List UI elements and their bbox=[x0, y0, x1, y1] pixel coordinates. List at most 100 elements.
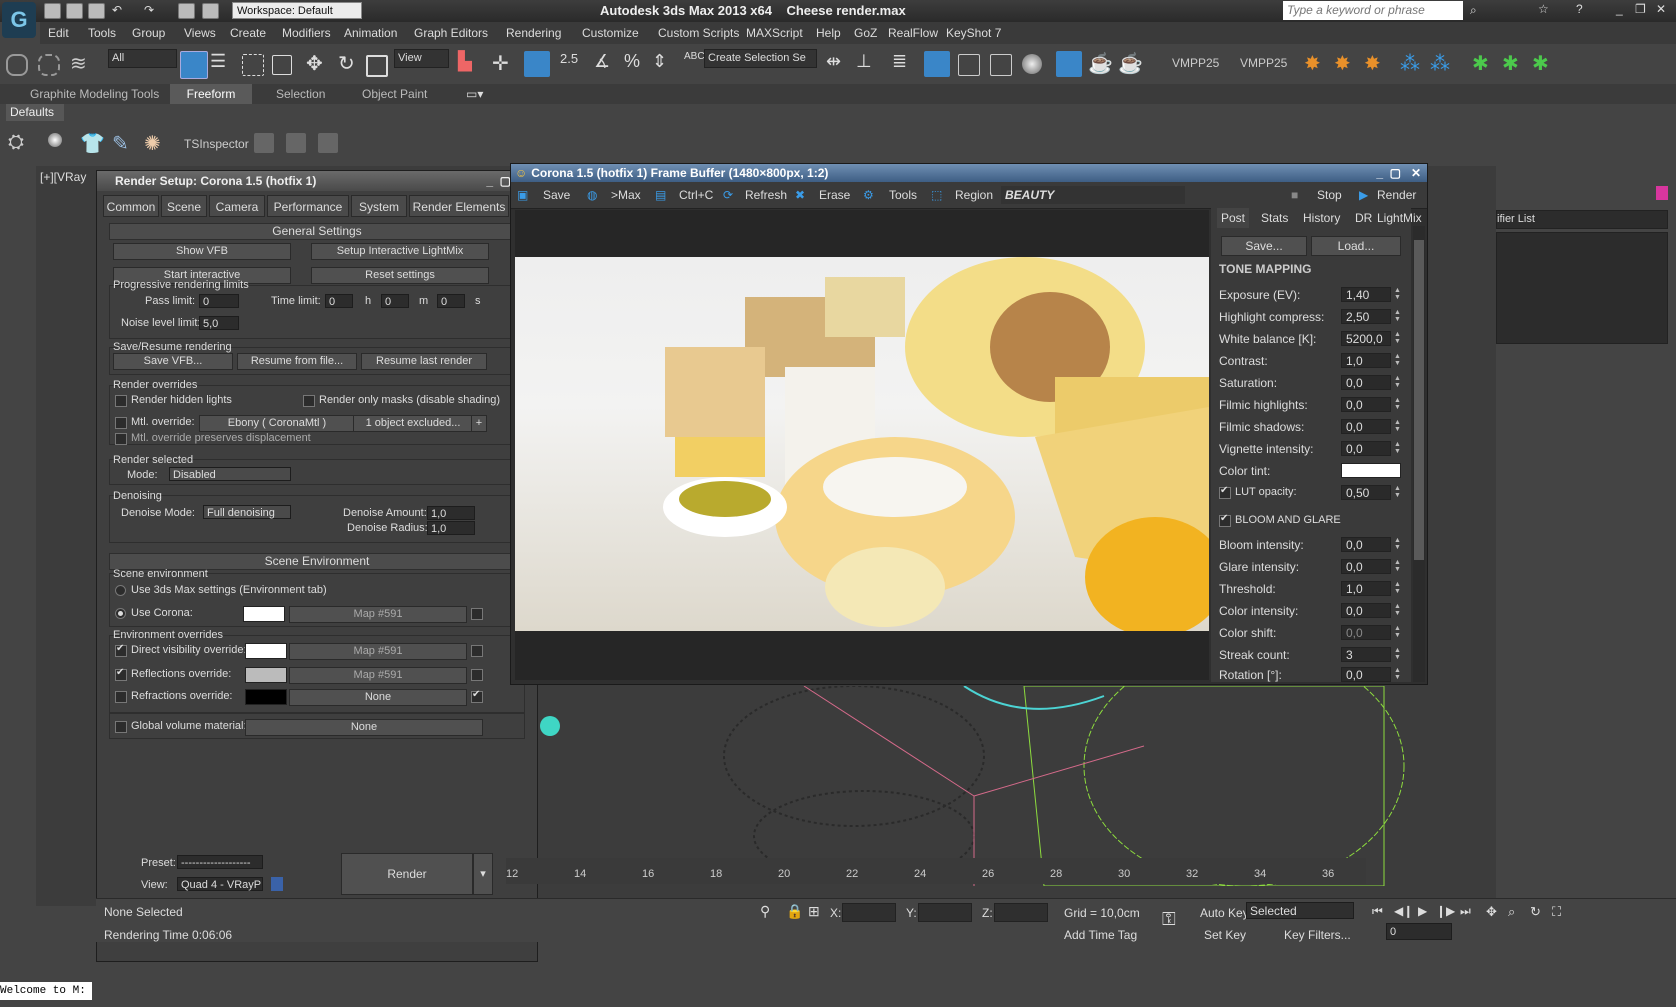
menu-custom-scripts[interactable]: Custom Scripts bbox=[658, 26, 739, 40]
menu-maxscript[interactable]: MAXScript bbox=[746, 26, 803, 40]
bloom-glare-checkbox[interactable] bbox=[1219, 513, 1231, 527]
x-field[interactable] bbox=[842, 903, 896, 922]
direct-vis-map-button[interactable]: Map #591 (!!!!JekstererHDRI_23.hdr) bbox=[289, 643, 467, 660]
search-input[interactable]: Type a keyword or phrase bbox=[1283, 1, 1463, 20]
spray-icon[interactable]: ✺ bbox=[144, 131, 170, 157]
reflections-swatch[interactable] bbox=[245, 667, 287, 683]
pass-limit-spinner[interactable]: 0 bbox=[199, 294, 239, 308]
time-hours-spinner[interactable]: 0 bbox=[325, 294, 353, 308]
vfb-region-icon[interactable]: ⬚ bbox=[931, 186, 942, 204]
denoise-mode-select[interactable]: Full denoising bbox=[203, 505, 291, 519]
tm-value[interactable]: 1,0 bbox=[1341, 353, 1391, 368]
tm-value[interactable]: 1,40 bbox=[1341, 287, 1391, 302]
menu-customize[interactable]: Customize bbox=[582, 26, 639, 40]
move-icon[interactable]: ✥ bbox=[306, 51, 332, 77]
refractions-swatch[interactable] bbox=[245, 689, 287, 705]
ts-next-icon[interactable] bbox=[318, 133, 338, 153]
time-minutes-spinner[interactable]: 0 bbox=[381, 294, 409, 308]
spinner-snap-icon[interactable]: ⇕ bbox=[652, 51, 678, 77]
hold-icon[interactable] bbox=[178, 3, 195, 19]
global-volume-map-button[interactable]: None bbox=[245, 719, 483, 736]
pan-icon[interactable]: ✥ bbox=[1486, 904, 1497, 920]
mtl-excluded-button[interactable]: 1 object excluded... bbox=[353, 415, 473, 432]
vfb-copy-icon[interactable]: ▤ bbox=[655, 186, 666, 204]
pink-swatch[interactable] bbox=[1656, 186, 1668, 200]
minimize-icon[interactable]: _ bbox=[1616, 2, 1623, 16]
ts-prev-icon[interactable] bbox=[254, 133, 274, 153]
key-mode-select[interactable]: Selected bbox=[1246, 902, 1354, 919]
resume-file-button[interactable]: Resume from file... bbox=[237, 353, 357, 370]
percent-snap-icon[interactable]: % bbox=[624, 51, 650, 77]
current-frame-field[interactable]: 0 bbox=[1386, 923, 1452, 940]
post-load-button[interactable]: Load... bbox=[1311, 236, 1401, 256]
vfb-region-button[interactable]: Region bbox=[955, 186, 993, 204]
vfb-tools-icon[interactable]: ⚙ bbox=[863, 186, 874, 204]
show-vfb-button[interactable]: Show VFB bbox=[113, 243, 291, 260]
vfb-erase-icon[interactable]: ✖ bbox=[795, 186, 805, 204]
reflections-map-button[interactable]: Map #591 (!!!!JekstererHDRI_23.hdr) bbox=[289, 667, 467, 684]
align-icon[interactable]: ⊥ bbox=[856, 51, 882, 77]
rendered-frame-icon[interactable]: ☕ bbox=[1088, 51, 1114, 77]
snap-toggle-icon[interactable]: 2.5 bbox=[560, 51, 586, 77]
prev-frame-icon[interactable]: ◀❙ bbox=[1394, 904, 1413, 918]
brush-icon[interactable]: ✎ bbox=[112, 131, 138, 157]
orbit-icon[interactable]: ↻ bbox=[1530, 904, 1541, 920]
curve-editor-icon[interactable] bbox=[958, 54, 980, 76]
direct-vis-swatch[interactable] bbox=[245, 643, 287, 659]
use-3dsmax-radio[interactable] bbox=[115, 585, 126, 596]
render-button[interactable]: Render bbox=[341, 853, 473, 895]
plugin-blue-icon-1[interactable]: ⁂ bbox=[1400, 51, 1426, 77]
plugin-orange-icon-3[interactable]: ✸ bbox=[1364, 51, 1390, 77]
save-file-icon[interactable] bbox=[88, 3, 105, 19]
vfb-channel-select[interactable]: BEAUTY bbox=[1001, 186, 1185, 204]
tab-common[interactable]: Common bbox=[103, 195, 159, 217]
defaults-panel-label[interactable]: Defaults bbox=[6, 104, 64, 121]
post-save-button[interactable]: Save... bbox=[1221, 236, 1307, 256]
general-settings-header[interactable]: General Settings bbox=[109, 223, 525, 240]
tsinspector-label[interactable]: TSInspector bbox=[184, 137, 249, 151]
vfb-stop-icon[interactable]: ■ bbox=[1291, 186, 1298, 204]
menu-views[interactable]: Views bbox=[184, 26, 216, 40]
menu-group[interactable]: Group bbox=[132, 26, 165, 40]
close-icon[interactable]: ✕ bbox=[1656, 2, 1666, 16]
post-scrollbar[interactable] bbox=[1413, 226, 1425, 682]
vfb-maximize-icon[interactable]: ▢ bbox=[1390, 164, 1401, 182]
mtl-preserve-checkbox[interactable] bbox=[115, 433, 127, 445]
tm-value[interactable]: 2,50 bbox=[1341, 309, 1391, 324]
viewport-label[interactable]: [+][VRay bbox=[40, 170, 86, 184]
material-editor-icon[interactable] bbox=[1022, 54, 1042, 74]
workspace-select[interactable]: Workspace: Default bbox=[232, 2, 362, 19]
project-folder-icon[interactable] bbox=[202, 3, 219, 19]
rotate-icon[interactable]: ↻ bbox=[338, 51, 364, 77]
schematic-view-icon[interactable] bbox=[990, 54, 1012, 76]
render-setup-titlebar[interactable]: Render Setup: Corona 1.5 (hotfix 1)✕▢_ bbox=[97, 171, 537, 191]
tone-mapping-header[interactable]: TONE MAPPING bbox=[1219, 262, 1311, 276]
corona-env-map-checkbox[interactable] bbox=[471, 608, 483, 620]
tab-lightmix[interactable]: LightMix bbox=[1377, 208, 1422, 228]
vmpp-label-b[interactable]: VMPP25 bbox=[1240, 56, 1287, 70]
add-time-tag[interactable]: Add Time Tag bbox=[1064, 928, 1137, 942]
auto-key-button[interactable]: Auto Key bbox=[1200, 906, 1249, 920]
menu-graph-editors[interactable]: Graph Editors bbox=[414, 26, 488, 40]
link-icon[interactable] bbox=[6, 54, 28, 76]
select-manipulate-icon[interactable]: ✛ bbox=[492, 51, 518, 77]
menu-help[interactable]: Help bbox=[816, 26, 841, 40]
tm-value[interactable]: 0,0 bbox=[1341, 441, 1391, 456]
plugin-green-icon-2[interactable]: ✱ bbox=[1502, 51, 1528, 77]
timeline[interactable]: 12 14 16 18 20 22 24 26 28 30 32 34 36 bbox=[506, 858, 1366, 884]
plugin-green-icon-1[interactable]: ✱ bbox=[1472, 51, 1498, 77]
vfb-tomax-icon[interactable]: ◍ bbox=[587, 186, 597, 204]
tm-value[interactable]: 0,0 bbox=[1341, 375, 1391, 390]
menu-realflow[interactable]: RealFlow bbox=[888, 26, 938, 40]
render-dropdown-button[interactable]: ▾ bbox=[473, 853, 493, 895]
vfb-tomax-button[interactable]: >Max bbox=[611, 186, 641, 204]
mirror-icon[interactable]: ⇹ bbox=[826, 51, 852, 77]
lock-icon[interactable]: 🔒 bbox=[786, 903, 803, 920]
selection-filter[interactable]: All bbox=[108, 49, 177, 68]
vfb-erase-button[interactable]: Erase bbox=[819, 186, 850, 204]
modifier-stack[interactable] bbox=[1496, 232, 1668, 344]
refractions-map-checkbox[interactable] bbox=[471, 689, 483, 703]
sphere-icon[interactable] bbox=[48, 133, 62, 147]
rs-minimize-icon[interactable]: _ bbox=[486, 171, 493, 191]
vfb-close-icon[interactable]: ✕ bbox=[1411, 164, 1421, 182]
